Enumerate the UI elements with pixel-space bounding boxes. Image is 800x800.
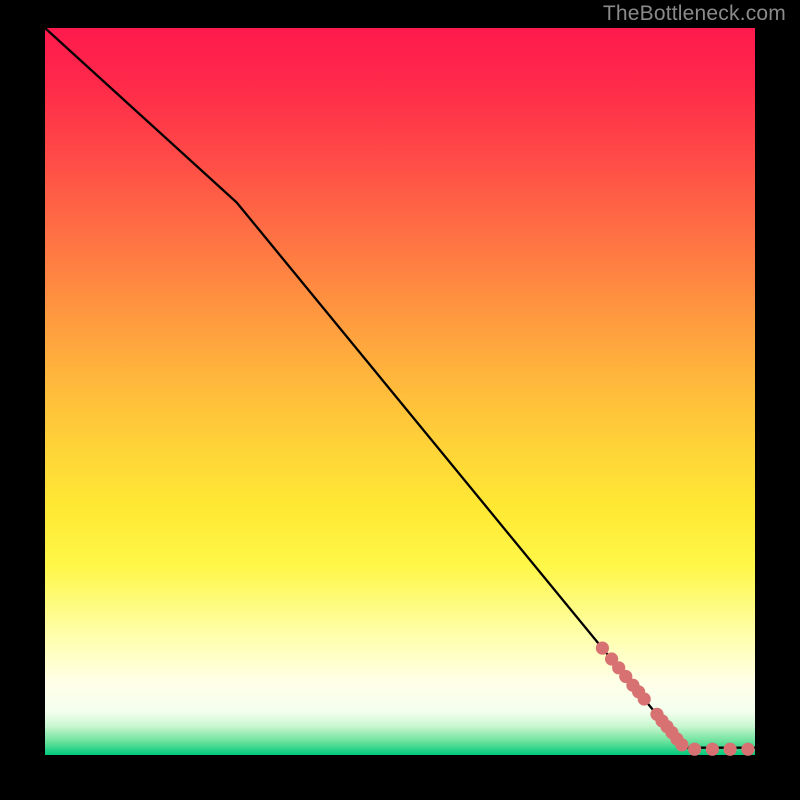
- chart-container: TheBottleneck.com: [0, 0, 800, 800]
- attribution-text: TheBottleneck.com: [603, 2, 786, 26]
- data-point: [741, 743, 754, 756]
- data-overlay: [45, 28, 755, 755]
- plot-area: [45, 28, 755, 755]
- data-point: [688, 743, 701, 756]
- data-point: [706, 743, 719, 756]
- data-point: [638, 692, 651, 705]
- data-point: [596, 642, 609, 655]
- data-point: [675, 738, 688, 751]
- data-point: [724, 743, 737, 756]
- curve-line: [45, 28, 755, 748]
